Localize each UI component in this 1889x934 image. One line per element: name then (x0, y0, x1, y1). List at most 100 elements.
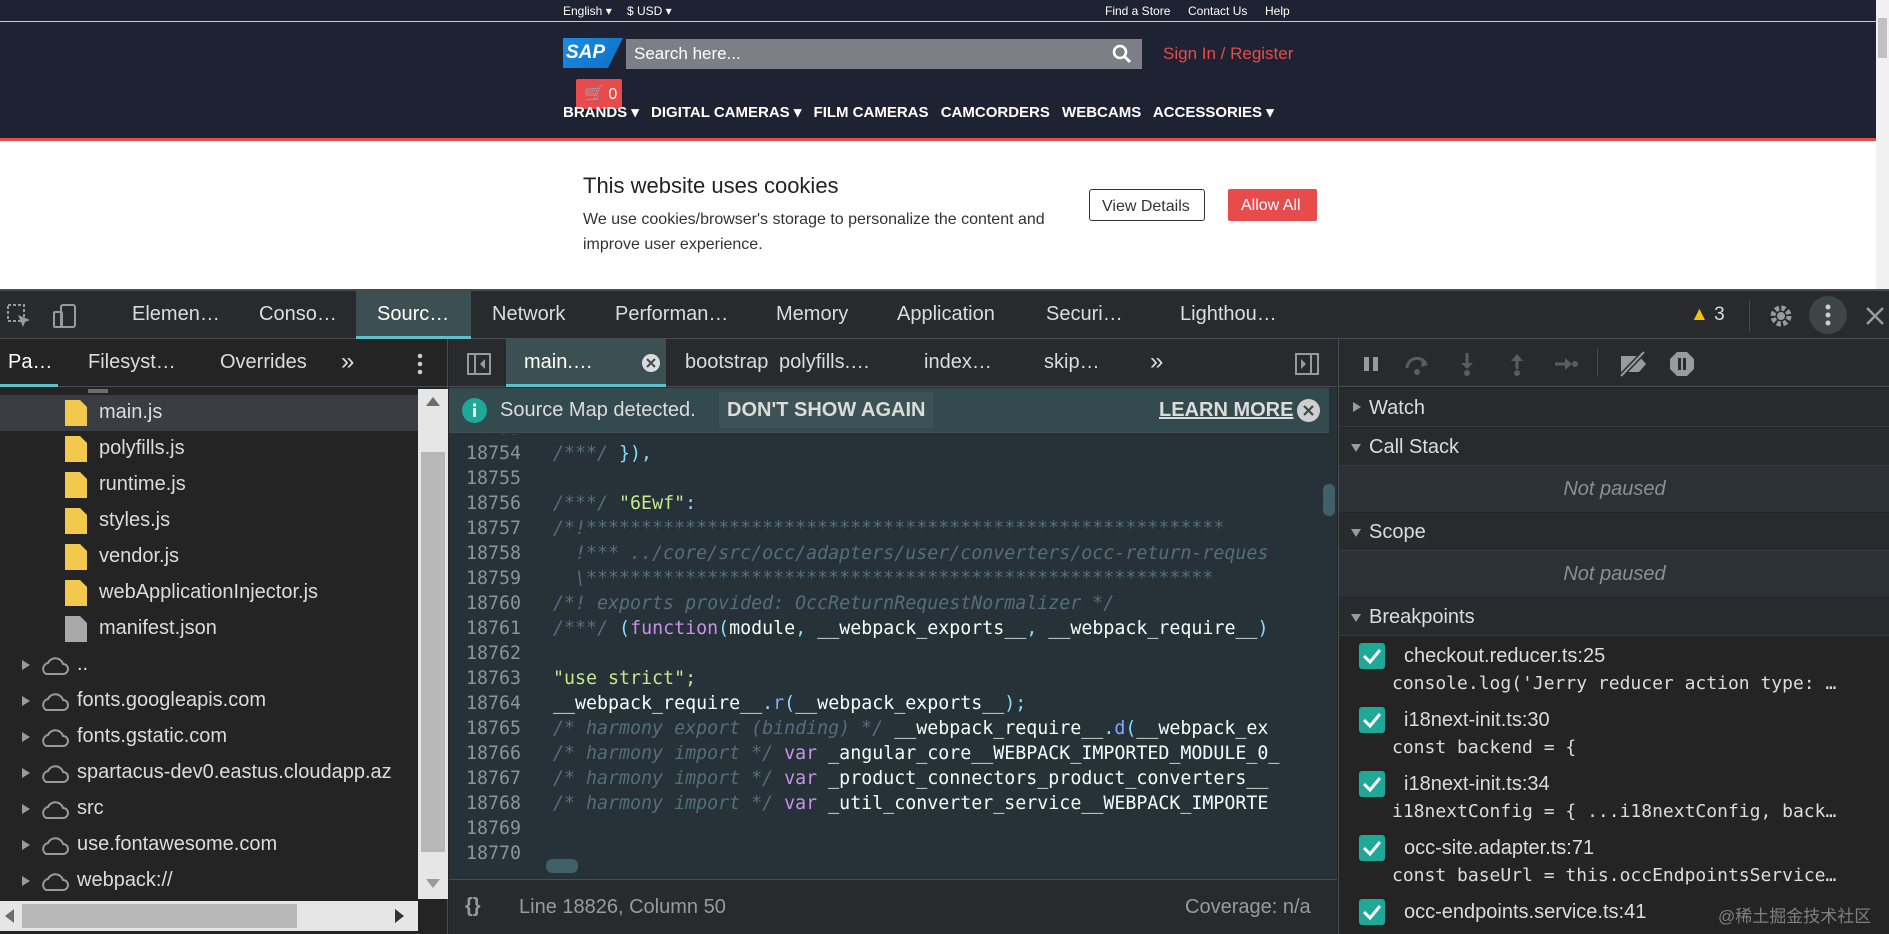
breakpoint-item[interactable]: i18next-init.ts:30 const backend = { (1339, 702, 1889, 766)
step-out-icon[interactable] (1504, 351, 1530, 377)
expand-arrow-icon[interactable] (22, 696, 30, 706)
contact-us-link[interactable]: Contact Us (1188, 4, 1247, 18)
tree-domain-fontawesome[interactable]: use.fontawesome.com (0, 827, 418, 863)
allow-all-button[interactable]: Allow All (1228, 189, 1317, 221)
nav-brands[interactable]: BRANDS ▾ (563, 104, 639, 119)
expand-arrow-icon[interactable] (22, 732, 30, 742)
breakpoint-checkbox[interactable] (1359, 643, 1385, 669)
tree-file-webapplicationinjector-js[interactable]: webApplicationInjector.js (0, 575, 418, 611)
tree-domain-webpack[interactable]: webpack:// (0, 863, 418, 899)
tree-file-runtime-js[interactable]: runtime.js (0, 467, 418, 503)
breakpoints-section-header[interactable]: Breakpoints (1339, 598, 1889, 636)
tree-file-polyfills-js[interactable]: polyfills.js (0, 431, 418, 467)
watch-section-header[interactable]: Watch (1339, 389, 1889, 427)
pause-on-exceptions-icon[interactable] (1669, 351, 1695, 377)
navigator-menu-icon[interactable] (417, 353, 423, 375)
dont-show-again-button[interactable]: DON'T SHOW AGAIN (719, 392, 934, 428)
tree-file-main-js[interactable]: main.js (0, 395, 418, 431)
breakpoint-item[interactable]: occ-site.adapter.ts:71 const baseUrl = t… (1339, 830, 1889, 894)
site-scrollbar-thumb[interactable] (1878, 18, 1887, 58)
scroll-right-icon[interactable] (395, 909, 404, 923)
scroll-up-icon[interactable] (426, 397, 440, 406)
toggle-navigator-icon[interactable] (467, 353, 491, 375)
nav-film-cameras[interactable]: FILM CAMERAS (814, 104, 929, 119)
sign-in-link[interactable]: Sign In / Register (1163, 44, 1293, 64)
learn-more-link[interactable]: LEARN MORE (1159, 399, 1293, 422)
warnings-indicator[interactable]: ▲ 3 (1690, 304, 1725, 326)
tree-domain-fonts-googleapis[interactable]: fonts.googleapis.com (0, 683, 418, 719)
tab-lighthouse[interactable]: Lighthou… (1180, 291, 1277, 339)
nav-camcorders[interactable]: CAMCORDERS (941, 104, 1050, 119)
nav-webcams[interactable]: WEBCAMS (1062, 104, 1141, 119)
expand-arrow-icon[interactable] (22, 768, 30, 778)
breakpoint-item[interactable]: i18next-init.ts:34 i18nextConfig = { ...… (1339, 766, 1889, 830)
expand-arrow-icon[interactable] (22, 876, 30, 886)
expand-arrow-icon[interactable] (22, 804, 30, 814)
tree-file-styles-js[interactable]: styles.js (0, 503, 418, 539)
tab-elements[interactable]: Elemen… (132, 291, 220, 339)
sap-logo[interactable]: SAP (563, 38, 623, 68)
tab-console[interactable]: Conso… (259, 291, 337, 339)
search-icon[interactable] (1112, 44, 1132, 64)
breakpoint-item[interactable]: checkout.reducer.ts:25 console.log('Jerr… (1339, 638, 1889, 702)
tab-security[interactable]: Securi… (1046, 291, 1123, 339)
breakpoint-checkbox[interactable] (1359, 835, 1385, 861)
more-editor-tabs-icon[interactable]: » (1150, 339, 1163, 387)
tab-performance[interactable]: Performan… (615, 291, 728, 339)
deactivate-breakpoints-icon[interactable] (1617, 351, 1649, 377)
editor-tab-main-js[interactable]: main.… (506, 339, 666, 387)
expand-arrow-icon[interactable] (22, 840, 30, 850)
toggle-debugger-icon[interactable] (1295, 353, 1319, 375)
tab-network[interactable]: Network (492, 291, 565, 339)
close-devtools-icon[interactable] (1864, 303, 1886, 329)
site-scrollbar[interactable] (1876, 0, 1889, 289)
scroll-down-icon[interactable] (426, 879, 440, 888)
tab-overrides[interactable]: Overrides (220, 339, 307, 387)
editor-tab-index[interactable]: index… (924, 339, 992, 387)
editor-tab-polyfills[interactable]: polyfills.… (779, 339, 870, 387)
navigator-scroll-thumb[interactable] (421, 452, 445, 852)
navigator-vertical-scrollbar[interactable] (418, 389, 448, 899)
editor-tab-skip[interactable]: skip… (1044, 339, 1100, 387)
call-stack-section-header[interactable]: Call Stack (1339, 428, 1889, 466)
tab-page[interactable]: Pa… (0, 339, 58, 387)
language-select[interactable]: English ▾ (563, 4, 612, 18)
view-details-button[interactable]: View Details (1089, 189, 1205, 221)
tab-application[interactable]: Application (897, 291, 995, 339)
find-store-link[interactable]: Find a Store (1105, 4, 1170, 18)
pretty-print-button[interactable]: {} (465, 895, 481, 918)
more-options-button[interactable] (1809, 296, 1847, 334)
device-toolbar-icon[interactable] (52, 303, 78, 329)
close-infobar-icon[interactable] (1297, 399, 1320, 422)
site-search-input[interactable]: Search here... (626, 39, 1142, 69)
close-tab-icon[interactable] (642, 354, 660, 372)
nav-digital-cameras[interactable]: DIGITAL CAMERAS ▾ (651, 104, 801, 119)
navigator-hscroll-thumb[interactable] (22, 904, 297, 928)
step-into-icon[interactable] (1454, 351, 1480, 377)
scope-section-header[interactable]: Scope (1339, 513, 1889, 551)
breakpoint-checkbox[interactable] (1359, 707, 1385, 733)
more-tabs-icon[interactable]: » (341, 339, 354, 387)
navigator-horizontal-scrollbar[interactable] (0, 901, 418, 931)
tree-domain-src[interactable]: src (0, 791, 418, 827)
step-over-icon[interactable] (1404, 351, 1430, 377)
nav-accessories[interactable]: ACCESSORIES ▾ (1153, 104, 1274, 119)
tree-domain-parent[interactable]: .. (0, 647, 418, 683)
code-view[interactable]: 18753 18754/***/ }), 18755 18756/***/ "6… (449, 434, 1317, 874)
code-horizontal-scroll-thumb[interactable] (546, 859, 578, 873)
code-scroll-thumb[interactable] (1323, 484, 1335, 516)
tab-filesystem[interactable]: Filesyst… (88, 339, 176, 387)
step-icon[interactable] (1553, 351, 1579, 377)
expand-arrow-icon[interactable] (22, 660, 30, 670)
currency-select[interactable]: $ USD ▾ (627, 4, 672, 18)
code-vertical-scrollbar[interactable] (1321, 434, 1337, 874)
breakpoint-checkbox[interactable] (1359, 771, 1385, 797)
tab-sources[interactable]: Sourc… (356, 291, 471, 339)
settings-gear-icon[interactable] (1768, 303, 1794, 329)
help-link[interactable]: Help (1265, 4, 1290, 18)
tree-file-vendor-js[interactable]: vendor.js (0, 539, 418, 575)
inspect-element-icon[interactable] (6, 303, 32, 329)
scroll-left-icon[interactable] (5, 909, 14, 923)
breakpoint-checkbox[interactable] (1359, 899, 1385, 925)
pause-icon[interactable] (1358, 351, 1384, 377)
